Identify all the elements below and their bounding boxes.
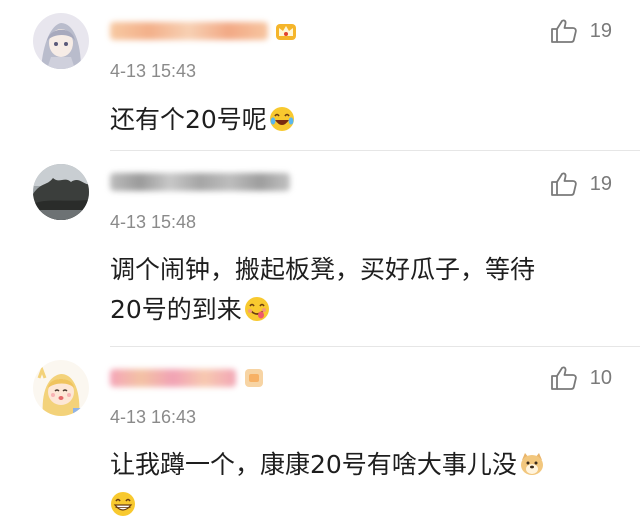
comment-item: ■■■■■■■■ 4-13 16:43 让我蹲一个，康康20号有啥大事儿没 — [0, 347, 640, 530]
comment-item: ■■■■■■■■ 4-13 15:48 调个闹钟，搬起板凳，买好瓜子，等待 20… — [0, 151, 640, 347]
laughing-tears-emoji — [269, 106, 295, 132]
comment-time: 4-13 15:43 — [110, 61, 197, 81]
thumbs-up-icon — [550, 172, 577, 196]
like-button[interactable]: 10 — [550, 365, 612, 391]
avatar[interactable] — [33, 164, 89, 220]
comment-text-line: 还有个20号呢 — [110, 105, 267, 134]
comment-text: 调个闹钟，搬起板凳，买好瓜子，等待 20号的到来 — [110, 250, 630, 330]
thumbs-up-icon — [550, 366, 577, 390]
comment-item: ■■■■■■■■ 4-13 15:43 还有个20号呢 19 — [0, 0, 640, 151]
like-count: 10 — [589, 366, 612, 389]
thumbs-up-icon — [550, 19, 577, 43]
crown-vip-icon — [274, 19, 298, 43]
comment-text: 还有个20号呢 — [110, 100, 630, 140]
avatar[interactable] — [33, 13, 89, 69]
comment-text: 让我蹲一个，康康20号有啥大事儿没 — [110, 445, 630, 525]
username[interactable]: ■■■■■■■■ — [110, 22, 268, 40]
grinning-emoji — [110, 491, 136, 517]
comment-time: 4-13 16:43 — [110, 407, 197, 427]
vip-badge-icon — [242, 366, 266, 390]
doge-emoji — [519, 451, 545, 477]
like-button[interactable]: 19 — [550, 18, 612, 44]
comment-text-line: 让我蹲一个，康康20号有啥大事儿没 — [110, 450, 517, 479]
avatar[interactable] — [33, 360, 89, 416]
yum-face-emoji — [244, 296, 270, 322]
username[interactable]: ■■■■■■■■ — [110, 173, 290, 191]
username[interactable]: ■■■■■■■■ — [110, 369, 236, 387]
like-count: 19 — [589, 19, 612, 42]
like-count: 19 — [589, 172, 612, 195]
like-button[interactable]: 19 — [550, 171, 612, 197]
comment-text-line: 调个闹钟，搬起板凳，买好瓜子，等待 — [110, 255, 536, 284]
comment-time: 4-13 15:48 — [110, 212, 197, 232]
comment-text-line: 20号的到来 — [110, 295, 242, 324]
comment-text-line-wrap: 让我蹲一个，康康20号有啥大事儿没 — [110, 445, 630, 485]
comment-text-line-wrap: 20号的到来 — [110, 290, 630, 330]
